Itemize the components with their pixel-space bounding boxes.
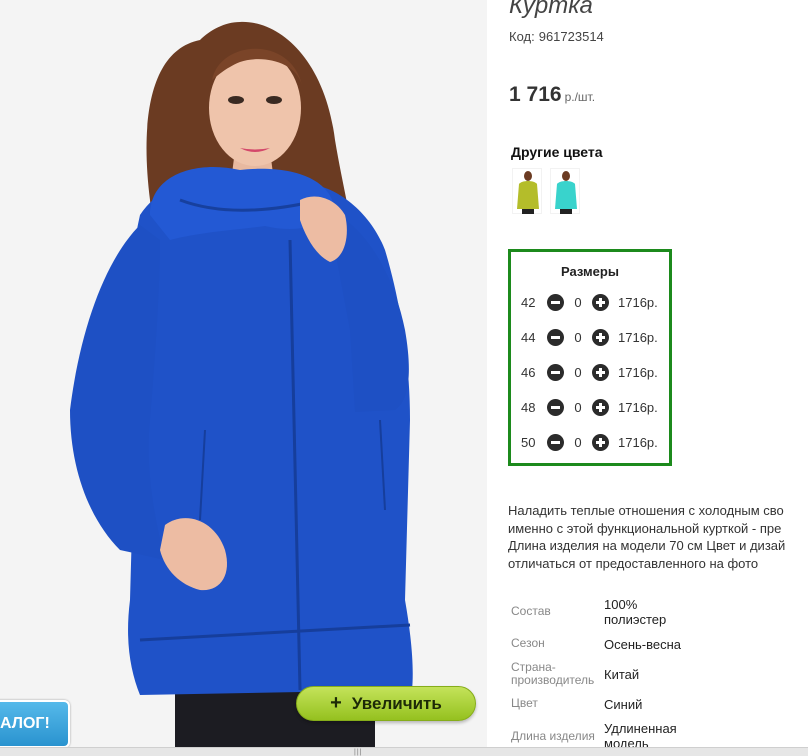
size-quantity: 0	[574, 329, 582, 345]
spec-row: Состав 100% полиэстер	[511, 597, 684, 627]
product-title: Куртка	[509, 0, 593, 19]
product-description: Наладить теплые отношения с холодным сво…	[508, 502, 808, 572]
size-row: 42 0 1716р.	[521, 292, 658, 312]
description-line: Наладить теплые отношения с холодным сво	[508, 503, 784, 518]
product-code: Код: 961723514	[509, 29, 604, 44]
zoom-button[interactable]: + Увеличить	[296, 686, 476, 721]
product-price: 1 716 р./шт.	[509, 83, 595, 107]
size-row: 44 0 1716р.	[521, 327, 658, 347]
size-label: 44	[521, 329, 536, 345]
size-quantity: 0	[574, 364, 582, 380]
plus-icon[interactable]	[592, 293, 609, 311]
description-line: Длина изделия на модели 70 см Цвет и диз…	[508, 538, 786, 553]
size-selector: Размеры 42 0 1716р. 44 0 1716р. 46 0 171…	[508, 249, 672, 466]
spec-label: Цвет	[511, 696, 538, 710]
size-label: 50	[521, 434, 536, 450]
spec-value: Синий	[604, 697, 643, 712]
size-price: 1716р.	[618, 329, 658, 345]
horizontal-scrollbar[interactable]: |||	[0, 747, 808, 756]
description-line: отличаться от предоставленного на фото	[508, 555, 759, 571]
minus-icon[interactable]	[547, 433, 564, 451]
size-label: 46	[521, 364, 536, 380]
spec-row: Страна-производитель Китай	[511, 661, 714, 687]
size-row: 50 0 1716р.	[521, 432, 658, 452]
size-quantity: 0	[574, 294, 582, 310]
spec-value: 100% полиэстер	[604, 597, 667, 627]
sizes-title: Размеры	[561, 264, 619, 279]
catalog-tab-label: АЛОГ!	[0, 715, 50, 732]
size-quantity: 0	[574, 399, 582, 415]
price-unit: р./шт.	[564, 90, 596, 104]
size-price: 1716р.	[618, 434, 658, 450]
model-photo	[0, 0, 487, 747]
spec-value: Осень-весна	[604, 637, 682, 652]
color-swatches	[512, 168, 580, 214]
jacket-thumbnail-turquoise	[555, 171, 577, 214]
size-label: 42	[521, 294, 536, 310]
product-code-value: 961723514	[538, 29, 604, 44]
spec-row: Цвет Синий	[511, 696, 714, 713]
plus-icon[interactable]	[592, 363, 609, 381]
minus-icon[interactable]	[547, 398, 564, 416]
size-label: 48	[521, 399, 536, 415]
plus-icon[interactable]	[592, 398, 609, 416]
product-code-label: Код:	[509, 29, 535, 44]
size-price: 1716р.	[618, 399, 658, 415]
spec-value: Китай	[604, 667, 640, 682]
minus-icon[interactable]	[547, 328, 564, 346]
spec-row: Сезон Осень-весна	[511, 636, 714, 653]
zoom-button-label: Увеличить	[351, 693, 442, 713]
product-photo[interactable]: + Увеличить	[0, 0, 487, 747]
description-line: именно с этой функциональной курткой - п…	[508, 520, 782, 536]
size-row: 48 0 1716р.	[521, 397, 658, 417]
scroll-grip-icon: |||	[354, 749, 363, 756]
jacket-thumbnail-yellow-green	[517, 171, 539, 214]
minus-icon[interactable]	[547, 293, 564, 311]
plus-icon[interactable]	[592, 328, 609, 346]
size-row: 46 0 1716р.	[521, 362, 658, 382]
plus-icon[interactable]	[592, 433, 609, 451]
spec-label: Состав	[511, 604, 551, 618]
other-colors-title: Другие цвета	[511, 144, 603, 160]
spec-label: Сезон	[511, 636, 545, 650]
size-quantity: 0	[574, 434, 582, 450]
size-price: 1716р.	[618, 364, 658, 380]
minus-icon[interactable]	[547, 363, 564, 381]
plus-icon: +	[330, 692, 342, 714]
spec-label: Страна-производитель	[511, 660, 595, 687]
color-swatch-turquoise[interactable]	[550, 168, 580, 214]
price-value: 1 716	[509, 83, 562, 106]
color-swatch-yellow-green[interactable]	[512, 168, 542, 214]
catalog-tab[interactable]: АЛОГ!	[0, 700, 70, 748]
size-price: 1716р.	[618, 294, 658, 310]
